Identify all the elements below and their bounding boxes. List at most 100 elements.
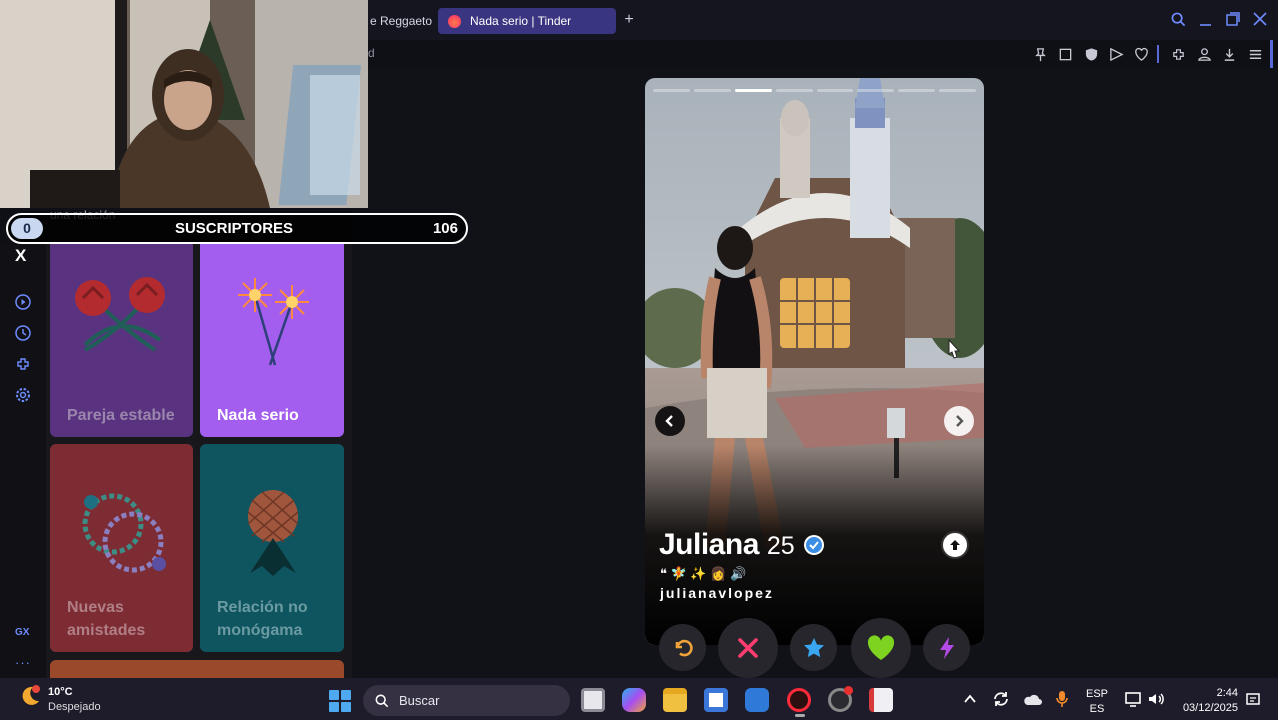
photo-progress-segment[interactable] xyxy=(857,89,895,92)
option-nuevas-amistades[interactable]: Nuevas amistades xyxy=(50,444,193,652)
volume-icon[interactable] xyxy=(1147,691,1165,712)
task-view-icon[interactable] xyxy=(581,688,605,712)
tab-label: e Reggaeto xyxy=(370,14,433,28)
clock-date[interactable]: 03/12/2025 xyxy=(1172,702,1238,714)
settings-gear-icon[interactable] xyxy=(14,386,32,404)
profile-handle: julianavlopez xyxy=(660,585,774,601)
taskbar-search[interactable]: Buscar xyxy=(363,685,570,716)
photo-progress-segment[interactable] xyxy=(653,89,690,92)
rewind-icon xyxy=(675,639,693,656)
tab-tinder[interactable]: Nada serio | Tinder xyxy=(438,8,616,34)
keyboard-layout[interactable]: ES xyxy=(1084,703,1110,715)
option-label: Nada serio xyxy=(217,406,299,424)
microphone-icon[interactable] xyxy=(1055,690,1069,713)
onedrive-icon[interactable] xyxy=(1022,692,1042,711)
download-icon[interactable] xyxy=(1220,45,1238,63)
photo-progress-segment[interactable] xyxy=(898,89,936,92)
search-icon[interactable] xyxy=(1171,12,1186,31)
pineapple-icon xyxy=(247,490,299,576)
option-pareja-estable[interactable]: Pareja estable xyxy=(50,244,193,437)
photo-progress-segment[interactable] xyxy=(775,89,813,92)
tab-reggaeton[interactable]: e Reggaeto xyxy=(360,8,434,34)
active-app-indicator xyxy=(795,714,805,717)
address-text[interactable]: d xyxy=(368,46,375,60)
sync-icon[interactable] xyxy=(992,690,1010,713)
clock-time[interactable]: 2:44 xyxy=(1180,687,1238,699)
previous-photo-button[interactable] xyxy=(655,406,685,436)
photo-progress-segment[interactable] xyxy=(939,89,976,92)
relationship-panel: Pareja estable Nada serio Nuevas amistad… xyxy=(46,244,352,678)
profile-card[interactable]: Juliana 25 ❝ 🧚 ✨ 👩 🔊 julianavlopez xyxy=(645,78,984,645)
minimize-icon[interactable] xyxy=(1199,12,1212,31)
new-tab-button[interactable]: + xyxy=(620,11,638,29)
restore-icon[interactable] xyxy=(1226,12,1240,30)
language-indicator[interactable]: ESP xyxy=(1084,688,1110,700)
option-next-row[interactable] xyxy=(50,660,344,678)
subscriber-goal: 106 xyxy=(432,220,458,237)
lightning-icon xyxy=(939,636,954,659)
notification-dot xyxy=(844,686,853,695)
subscriber-goal-bar: 0 SUSCRIPTORES 106 xyxy=(6,213,468,244)
outlook-icon[interactable] xyxy=(745,688,769,712)
search-icon xyxy=(375,694,389,707)
profile-bio: ❝ 🧚 ✨ 👩 🔊 xyxy=(660,566,747,581)
send-icon[interactable] xyxy=(1107,45,1125,63)
microsoft-store-icon[interactable] xyxy=(704,688,728,712)
windows-logo-pane xyxy=(329,690,339,700)
file-explorer-icon[interactable] xyxy=(663,688,687,712)
next-photo-button[interactable] xyxy=(944,406,974,436)
shield-icon[interactable] xyxy=(1082,45,1100,63)
extensions-icon[interactable] xyxy=(1169,45,1187,63)
profile-name: Juliana xyxy=(659,528,759,561)
option-label: Relación no monógama xyxy=(217,599,308,639)
tab-label: Nada serio | Tinder xyxy=(470,14,572,28)
star-icon xyxy=(803,637,824,657)
verified-badge-icon xyxy=(803,535,824,555)
rewind-button[interactable] xyxy=(659,624,706,671)
like-button[interactable] xyxy=(851,618,911,678)
copilot-icon[interactable] xyxy=(622,688,646,712)
weather-moon-icon[interactable] xyxy=(18,684,42,708)
more-options-icon[interactable]: ··· xyxy=(15,655,31,670)
photo-progress xyxy=(653,89,976,92)
profile-age: 25 xyxy=(766,532,795,560)
photo-progress-segment[interactable] xyxy=(816,89,854,92)
photo-progress-segment[interactable] xyxy=(734,89,772,92)
player-icon[interactable] xyxy=(14,293,32,311)
super-like-button[interactable] xyxy=(790,624,837,671)
option-nada-serio[interactable]: Nada serio xyxy=(200,244,344,437)
webcam-overlay xyxy=(0,0,368,208)
menu-icon[interactable] xyxy=(1246,45,1264,63)
photo-progress-segment[interactable] xyxy=(693,89,731,92)
notifications-icon[interactable] xyxy=(1245,692,1261,713)
arrow-up-icon xyxy=(950,540,960,550)
chevron-left-icon xyxy=(665,415,673,427)
tinder-flame-icon xyxy=(448,14,461,28)
network-icon[interactable] xyxy=(1124,691,1142,712)
weather-condition[interactable]: Despejado xyxy=(48,701,101,713)
close-icon xyxy=(738,638,758,658)
extensions-sidebar-icon[interactable] xyxy=(14,355,32,373)
close-window-icon[interactable] xyxy=(1253,12,1267,30)
heart-outline-icon[interactable] xyxy=(1132,45,1150,63)
history-icon[interactable] xyxy=(14,324,32,342)
chevron-up-icon[interactable] xyxy=(962,691,978,712)
windows-start-icon[interactable] xyxy=(329,690,351,712)
opera-gx-icon[interactable] xyxy=(787,688,811,712)
chevron-right-icon xyxy=(956,415,964,427)
twitter-x-icon[interactable]: X xyxy=(15,246,26,266)
option-label: Pareja estable xyxy=(67,406,175,424)
mouse-cursor-icon xyxy=(948,338,961,359)
gx-corner-icon[interactable]: GX xyxy=(15,627,29,638)
app-icon[interactable] xyxy=(869,688,893,712)
snapshot-icon[interactable] xyxy=(1056,45,1074,63)
bracelets-icon xyxy=(82,493,166,573)
option-relacion-no-monogama[interactable]: Relación no monógama xyxy=(200,444,344,652)
open-profile-button[interactable] xyxy=(941,531,969,559)
pin-icon[interactable] xyxy=(1031,45,1049,63)
option-label: Nuevas amistades xyxy=(67,599,146,639)
boost-button[interactable] xyxy=(923,624,970,671)
weather-temperature[interactable]: 10°C xyxy=(48,686,73,698)
nope-button[interactable] xyxy=(718,618,778,678)
account-icon[interactable] xyxy=(1195,45,1213,63)
